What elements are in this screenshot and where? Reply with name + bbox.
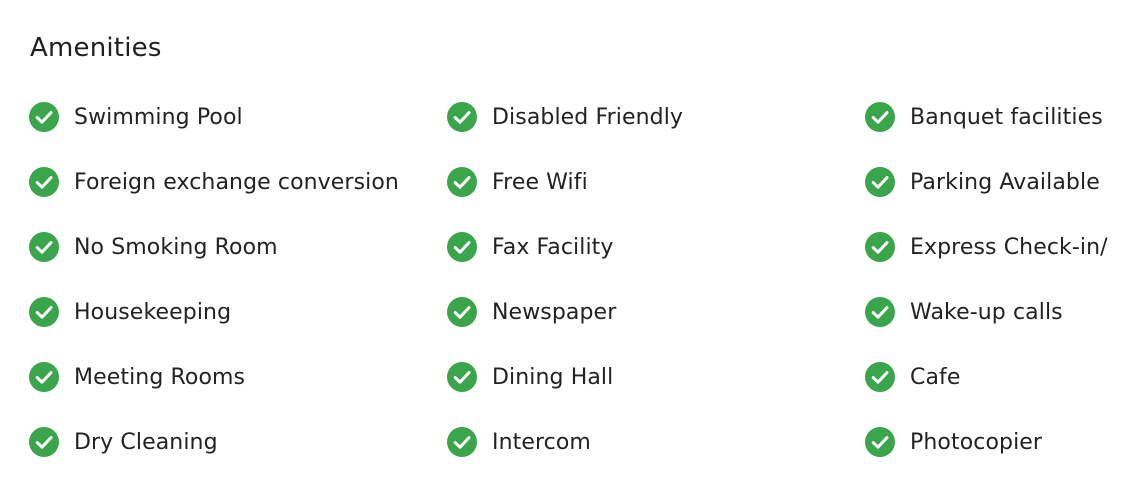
check-circle-icon (29, 362, 59, 392)
amenity-item: Banquet facilities (864, 100, 1126, 165)
amenity-item: Intercom (446, 425, 864, 490)
check-circle-icon (29, 102, 59, 132)
amenity-label: Intercom (492, 430, 591, 455)
amenities-grid: Swimming Pool Disabled Friendly Banquet … (28, 100, 1126, 490)
check-circle-icon (865, 297, 895, 327)
amenity-label: Housekeeping (74, 300, 232, 325)
amenity-item: Newspaper (446, 295, 864, 360)
check-circle-icon (447, 167, 477, 197)
check-circle-icon (865, 232, 895, 262)
check-circle-icon (865, 427, 895, 457)
amenity-item: Foreign exchange conversion (28, 165, 446, 230)
check-circle-icon (865, 167, 895, 197)
amenity-label: Meeting Rooms (74, 365, 246, 390)
amenity-label: Free Wifi (492, 170, 588, 195)
check-circle-icon (447, 297, 477, 327)
amenity-label: Parking Available (910, 170, 1100, 195)
check-circle-icon (865, 102, 895, 132)
check-circle-icon (29, 297, 59, 327)
check-circle-icon (447, 232, 477, 262)
amenity-label: Disabled Friendly (492, 105, 684, 130)
amenity-label: Cafe (910, 365, 961, 390)
section-title: Amenities (30, 33, 162, 63)
amenity-item: Wake-up calls (864, 295, 1126, 360)
amenity-label: Banquet facilities (910, 105, 1103, 130)
amenity-item: Express Check-in/ (864, 230, 1126, 295)
amenity-label: Dry Cleaning (74, 430, 218, 455)
amenity-label: Wake-up calls (910, 300, 1063, 325)
check-circle-icon (447, 102, 477, 132)
amenity-item: Fax Facility (446, 230, 864, 295)
amenity-item: Meeting Rooms (28, 360, 446, 425)
amenity-item: Cafe (864, 360, 1126, 425)
amenity-item: Dining Hall (446, 360, 864, 425)
amenity-label: Newspaper (492, 300, 617, 325)
amenity-label: No Smoking Room (74, 235, 278, 260)
check-circle-icon (447, 362, 477, 392)
check-circle-icon (29, 427, 59, 457)
amenity-item: Swimming Pool (28, 100, 446, 165)
amenity-label: Photocopier (910, 430, 1043, 455)
amenities-section: Amenities Swimming Pool Disabled Friendl… (0, 0, 1126, 493)
amenity-item: Parking Available (864, 165, 1126, 230)
amenity-item: Free Wifi (446, 165, 864, 230)
check-circle-icon (865, 362, 895, 392)
amenity-item: Photocopier (864, 425, 1126, 490)
amenity-item: Housekeeping (28, 295, 446, 360)
check-circle-icon (447, 427, 477, 457)
amenity-item: Dry Cleaning (28, 425, 446, 490)
amenity-label: Dining Hall (492, 365, 614, 390)
amenity-label: Fax Facility (492, 235, 614, 260)
check-circle-icon (29, 232, 59, 262)
check-circle-icon (29, 167, 59, 197)
amenity-item: No Smoking Room (28, 230, 446, 295)
amenity-item: Disabled Friendly (446, 100, 864, 165)
amenity-label: Express Check-in/ (910, 235, 1108, 260)
amenity-label: Swimming Pool (74, 105, 243, 130)
amenity-label: Foreign exchange conversion (74, 170, 399, 195)
